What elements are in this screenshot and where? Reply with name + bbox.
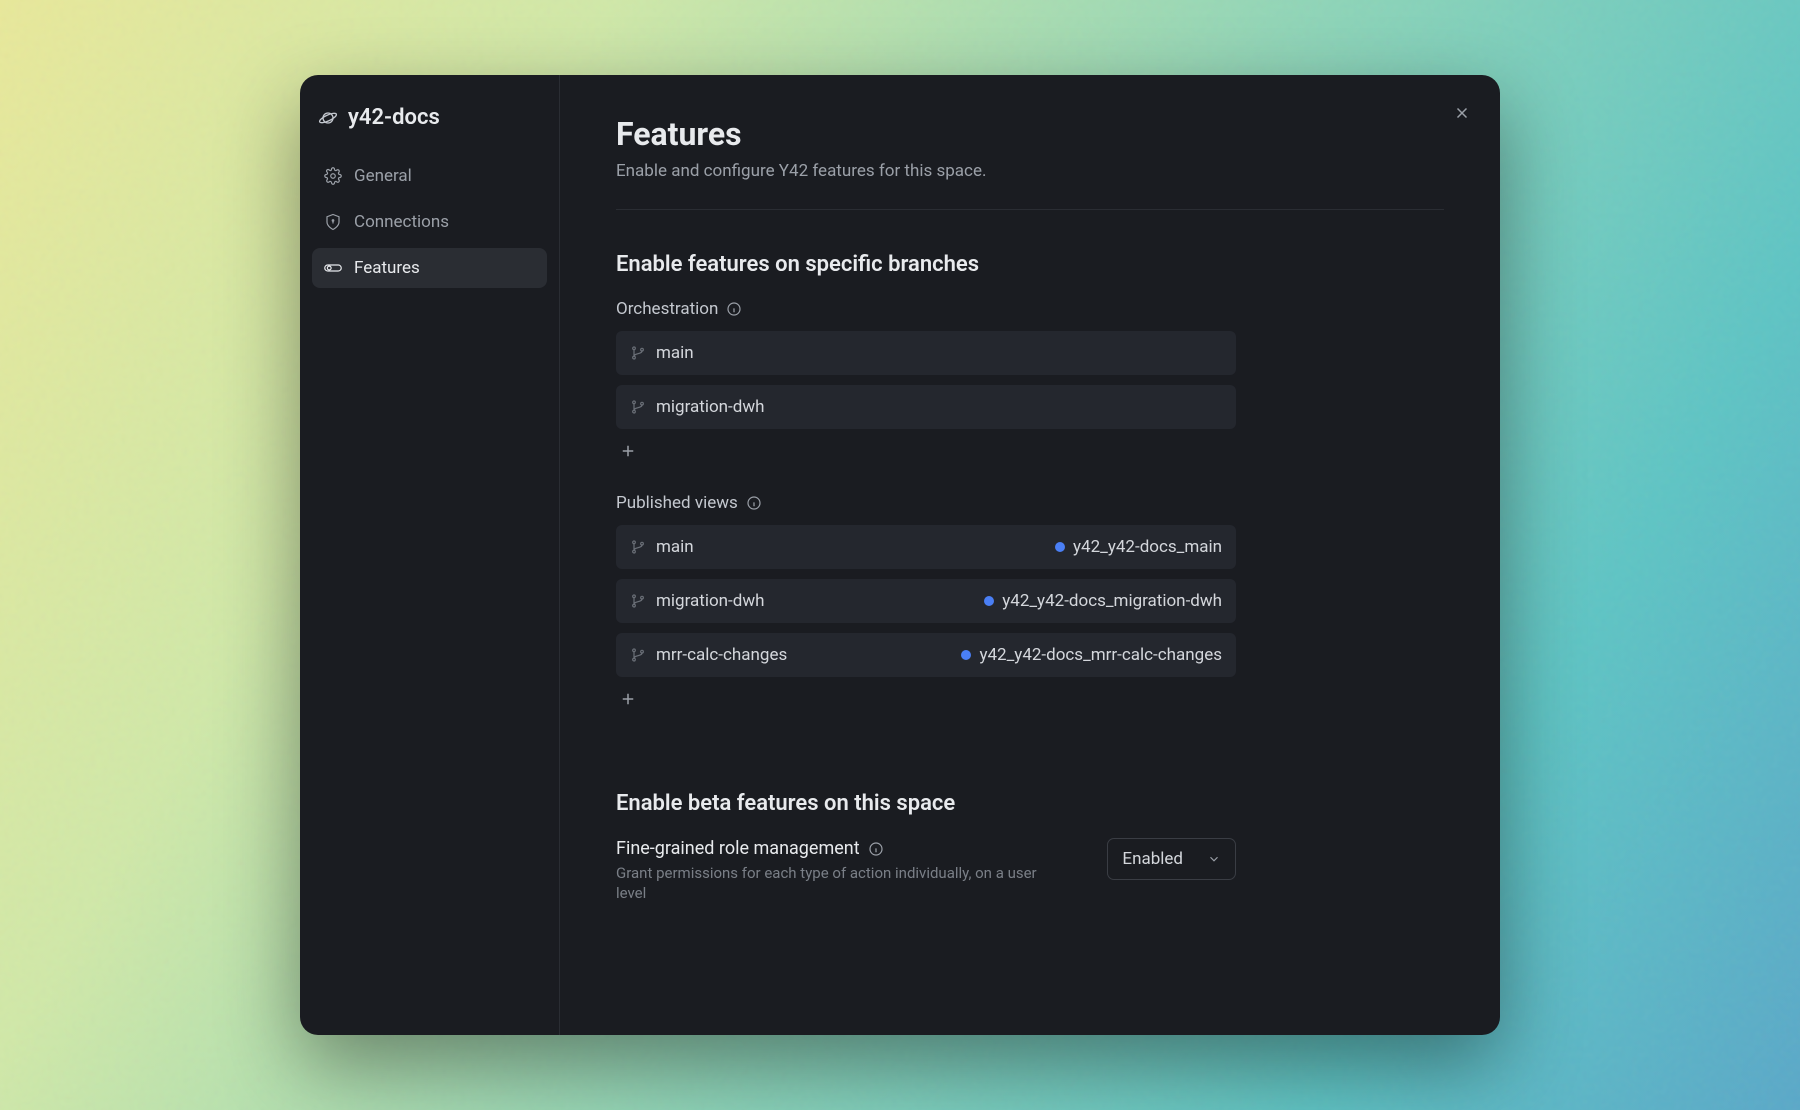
published-views-block: Published views main y42_y42-docs_main	[616, 493, 1444, 711]
branch-name: migration-dwh	[656, 397, 1222, 417]
sidebar: y42-docs General Connections Features	[300, 75, 560, 1035]
sidebar-item-label: Features	[354, 258, 420, 278]
beta-feature-title-row: Fine-grained role management	[616, 838, 1067, 859]
branch-row[interactable]: migration-dwh y42_y42-docs_migration-dwh	[616, 579, 1236, 623]
sidebar-item-features[interactable]: Features	[312, 248, 547, 288]
branch-row[interactable]: migration-dwh	[616, 385, 1236, 429]
branch-row[interactable]: main	[616, 331, 1236, 375]
info-icon[interactable]	[746, 495, 762, 511]
gear-icon	[324, 167, 342, 185]
brand: y42-docs	[312, 99, 547, 150]
sidebar-item-general[interactable]: General	[312, 156, 547, 196]
close-icon	[1453, 104, 1471, 122]
branch-icon	[630, 399, 646, 415]
plus-icon	[619, 690, 637, 708]
branch-icon	[630, 593, 646, 609]
published-views-label-row: Published views	[616, 493, 1444, 513]
close-button[interactable]	[1448, 99, 1476, 127]
settings-window: y42-docs General Connections Features Fe…	[300, 75, 1500, 1035]
beta-feature-row: Fine-grained role management Grant permi…	[616, 838, 1236, 904]
toggle-icon	[324, 259, 342, 277]
orchestration-label-row: Orchestration	[616, 299, 1444, 319]
info-icon[interactable]	[726, 301, 742, 317]
view-target-name: y42_y42-docs_main	[1073, 537, 1222, 557]
sidebar-item-connections[interactable]: Connections	[312, 202, 547, 242]
published-views-list: main y42_y42-docs_main migration-dwh y42…	[616, 525, 1236, 677]
beta-feature-status-dropdown[interactable]: Enabled	[1107, 838, 1236, 880]
view-target: y42_y42-docs_main	[1055, 537, 1222, 557]
info-icon[interactable]	[868, 841, 884, 857]
branch-icon	[630, 539, 646, 555]
brand-title: y42-docs	[348, 105, 440, 130]
view-target-name: y42_y42-docs_mrr-calc-changes	[979, 645, 1222, 665]
branch-row[interactable]: main y42_y42-docs_main	[616, 525, 1236, 569]
orchestration-label: Orchestration	[616, 299, 718, 319]
beta-section: Enable beta features on this space Fine-…	[616, 791, 1444, 904]
status-dot	[961, 650, 971, 660]
orchestration-list: main migration-dwh	[616, 331, 1236, 429]
add-orchestration-branch-button[interactable]	[616, 439, 640, 463]
branches-section: Enable features on specific branches Orc…	[616, 252, 1444, 711]
branch-icon	[630, 647, 646, 663]
branch-name: mrr-calc-changes	[656, 645, 951, 665]
page-subtitle: Enable and configure Y42 features for th…	[616, 161, 1444, 210]
branch-name: main	[656, 537, 1045, 557]
chevron-down-icon	[1207, 852, 1221, 866]
branch-icon	[630, 345, 646, 361]
sidebar-item-label: General	[354, 166, 412, 186]
dropdown-value: Enabled	[1122, 849, 1183, 869]
orchestration-block: Orchestration main migration-dwh	[616, 299, 1444, 463]
beta-feature-desc: Grant permissions for each type of actio…	[616, 863, 1067, 904]
page-title: Features	[616, 115, 1444, 153]
published-views-label: Published views	[616, 493, 738, 513]
beta-feature-meta: Fine-grained role management Grant permi…	[616, 838, 1067, 904]
view-target: y42_y42-docs_mrr-calc-changes	[961, 645, 1222, 665]
view-target-name: y42_y42-docs_migration-dwh	[1002, 591, 1222, 611]
status-dot	[984, 596, 994, 606]
section-title: Enable beta features on this space	[616, 791, 1444, 816]
sidebar-item-label: Connections	[354, 212, 449, 232]
plus-icon	[619, 442, 637, 460]
branch-row[interactable]: mrr-calc-changes y42_y42-docs_mrr-calc-c…	[616, 633, 1236, 677]
view-target: y42_y42-docs_migration-dwh	[984, 591, 1222, 611]
section-title: Enable features on specific branches	[616, 252, 1444, 277]
branch-name: migration-dwh	[656, 591, 974, 611]
main-content: Features Enable and configure Y42 featur…	[560, 75, 1500, 1035]
branch-name: main	[656, 343, 1222, 363]
shield-icon	[324, 213, 342, 231]
status-dot	[1055, 542, 1065, 552]
planet-icon	[318, 108, 338, 128]
beta-feature-title: Fine-grained role management	[616, 838, 860, 859]
add-published-view-button[interactable]	[616, 687, 640, 711]
